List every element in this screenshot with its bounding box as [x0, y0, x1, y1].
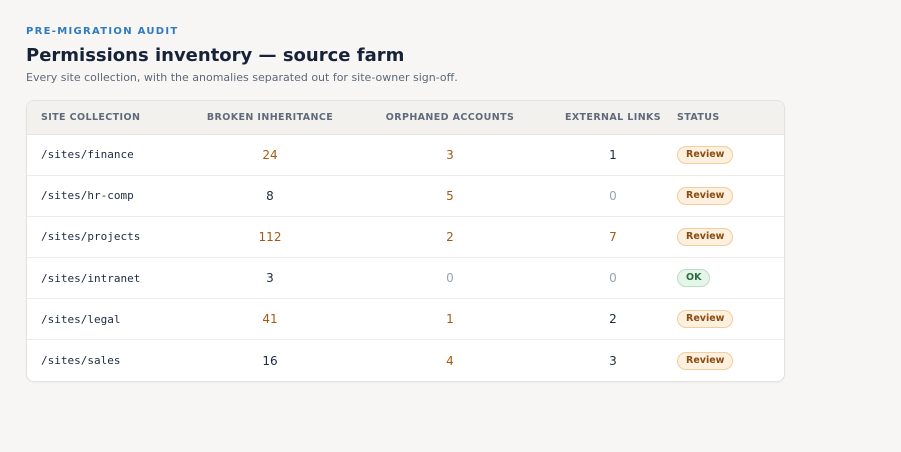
orphaned-accounts-cell: 1: [341, 298, 559, 340]
site-collection-cell: /sites/intranet: [27, 257, 199, 299]
permissions-table-card: SITE COLLECTION BROKEN INHERITANCE ORPHA…: [26, 100, 785, 383]
table-row[interactable]: /sites/legal 41 1 2 Review: [27, 298, 784, 340]
status-badge: Review: [677, 351, 734, 370]
status-cell: Review: [667, 298, 784, 340]
column-header-external-links[interactable]: EXTERNAL LINKS: [559, 101, 667, 135]
table-row[interactable]: /sites/intranet 3 0 0 OK: [27, 257, 784, 299]
external-links-cell: 3: [559, 339, 667, 382]
broken-inheritance-cell: 16: [199, 339, 341, 382]
table-row[interactable]: /sites/projects 112 2 7 Review: [27, 215, 784, 258]
external-links-cell: 7: [559, 215, 667, 258]
table-row[interactable]: /sites/hr-comp 8 5 0 Review: [27, 174, 784, 217]
status-cell: Review: [667, 134, 784, 175]
table-row[interactable]: /sites/sales 16 4 3 Review: [27, 339, 784, 382]
page-subtitle: Every site collection, with the anomalie…: [26, 71, 458, 84]
column-header-orphaned-accounts[interactable]: ORPHANED ACCOUNTS: [341, 101, 559, 135]
external-links-cell: 0: [559, 174, 667, 217]
status-badge: Review: [677, 186, 734, 205]
site-collection-cell: /sites/hr-comp: [27, 174, 199, 217]
status-cell: Review: [667, 174, 784, 217]
status-cell: Review: [667, 339, 784, 382]
column-header-broken-inheritance[interactable]: BROKEN INHERITANCE: [199, 101, 341, 135]
orphaned-accounts-cell: 3: [446, 147, 454, 162]
audit-panel: PRE-MIGRATION AUDIT Permissions inventor…: [26, 26, 785, 383]
orphaned-accounts-cell: 4: [341, 339, 559, 382]
broken-inheritance-cell: 8: [199, 174, 341, 217]
status-badge: OK: [677, 269, 711, 288]
broken-inheritance-cell: 41: [199, 298, 341, 340]
external-links-cell: 0: [559, 257, 667, 299]
permissions-table: SITE COLLECTION BROKEN INHERITANCE ORPHA…: [27, 101, 784, 382]
orphaned-accounts-cell: 2: [341, 215, 559, 258]
eyebrow-label: PRE-MIGRATION AUDIT: [26, 26, 179, 37]
orphaned-accounts-cell: 0: [341, 257, 559, 299]
broken-inheritance-cell: 24: [262, 147, 278, 162]
orphaned-accounts-cell: 5: [341, 174, 559, 217]
broken-inheritance-cell: 112: [199, 215, 341, 258]
site-collection-cell: /sites/legal: [27, 298, 199, 340]
status-cell: Review: [667, 215, 784, 258]
status-badge: Review: [677, 145, 734, 164]
site-collection-cell: /sites/finance: [41, 148, 134, 162]
site-collection-cell: /sites/sales: [27, 339, 199, 382]
broken-inheritance-cell: 3: [199, 257, 341, 299]
status-badge: Review: [677, 310, 734, 329]
external-links-cell: 2: [559, 298, 667, 340]
column-header-site-collection[interactable]: SITE COLLECTION: [27, 101, 199, 135]
status-cell: OK: [667, 257, 784, 299]
page-title: Permissions inventory — source farm: [26, 45, 405, 66]
column-header-status[interactable]: STATUS: [667, 101, 784, 135]
external-links-cell: 1: [609, 147, 617, 162]
site-collection-cell: /sites/projects: [27, 215, 199, 258]
status-badge: Review: [677, 227, 734, 246]
table-header-row: SITE COLLECTION BROKEN INHERITANCE ORPHA…: [27, 101, 784, 135]
table-row[interactable]: /sites/finance 24 3 1 Review: [27, 134, 784, 175]
